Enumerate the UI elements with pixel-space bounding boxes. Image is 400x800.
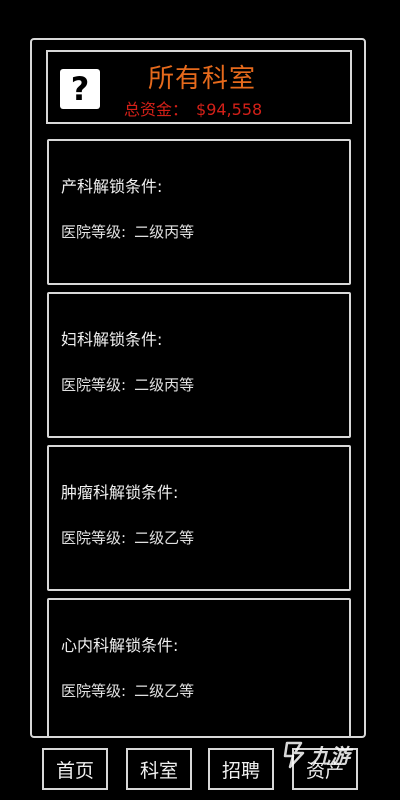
- requirement-label: 医院等级:: [61, 529, 127, 547]
- department-unlock-title: 肿瘤科解锁条件:: [61, 483, 179, 502]
- nav-home-button[interactable]: 首页: [42, 748, 108, 790]
- help-button[interactable]: ?: [60, 69, 100, 109]
- requirement-value: 二级丙等: [134, 376, 195, 394]
- nav-recruit-button[interactable]: 招聘: [208, 748, 274, 790]
- panel-header: ? 所有科室 总资金： $94,558: [46, 50, 352, 124]
- department-unlock-title: 产科解锁条件:: [61, 177, 163, 196]
- requirement-value: 二级乙等: [134, 682, 195, 700]
- department-card-obstetrics[interactable]: 产科解锁条件: 医院等级: 二级丙等: [47, 139, 351, 285]
- department-requirement: 医院等级: 二级丙等: [61, 221, 194, 242]
- department-unlock-title: 妇科解锁条件:: [61, 330, 163, 349]
- requirement-label: 医院等级:: [61, 376, 127, 394]
- requirement-value: 二级乙等: [134, 529, 195, 547]
- total-funds: 总资金： $94,558: [124, 96, 262, 120]
- question-mark-icon: ?: [70, 70, 90, 108]
- nav-assets-button[interactable]: 资产: [292, 748, 358, 790]
- department-unlock-title: 心内科解锁条件:: [61, 636, 179, 655]
- department-card-gynecology[interactable]: 妇科解锁条件: 医院等级: 二级丙等: [47, 292, 351, 438]
- funds-label: 总资金：: [124, 100, 189, 119]
- requirement-value: 二级丙等: [134, 223, 195, 241]
- requirement-label: 医院等级:: [61, 223, 127, 241]
- department-requirement: 医院等级: 二级丙等: [61, 374, 194, 395]
- department-requirement: 医院等级: 二级乙等: [61, 680, 194, 701]
- requirement-label: 医院等级:: [61, 682, 127, 700]
- nav-departments-button[interactable]: 科室: [126, 748, 192, 790]
- page-title: 所有科室: [147, 64, 256, 94]
- funds-value: $94,558: [196, 100, 263, 119]
- department-card-oncology[interactable]: 肿瘤科解锁条件: 医院等级: 二级乙等: [47, 445, 351, 591]
- departments-panel: ? 所有科室 总资金： $94,558 产科解锁条件: 医院等级: 二级丙等 妇科解…: [30, 38, 366, 738]
- department-requirement: 医院等级: 二级乙等: [61, 527, 194, 548]
- department-card-cardiology[interactable]: 心内科解锁条件: 医院等级: 二级乙等: [47, 598, 351, 736]
